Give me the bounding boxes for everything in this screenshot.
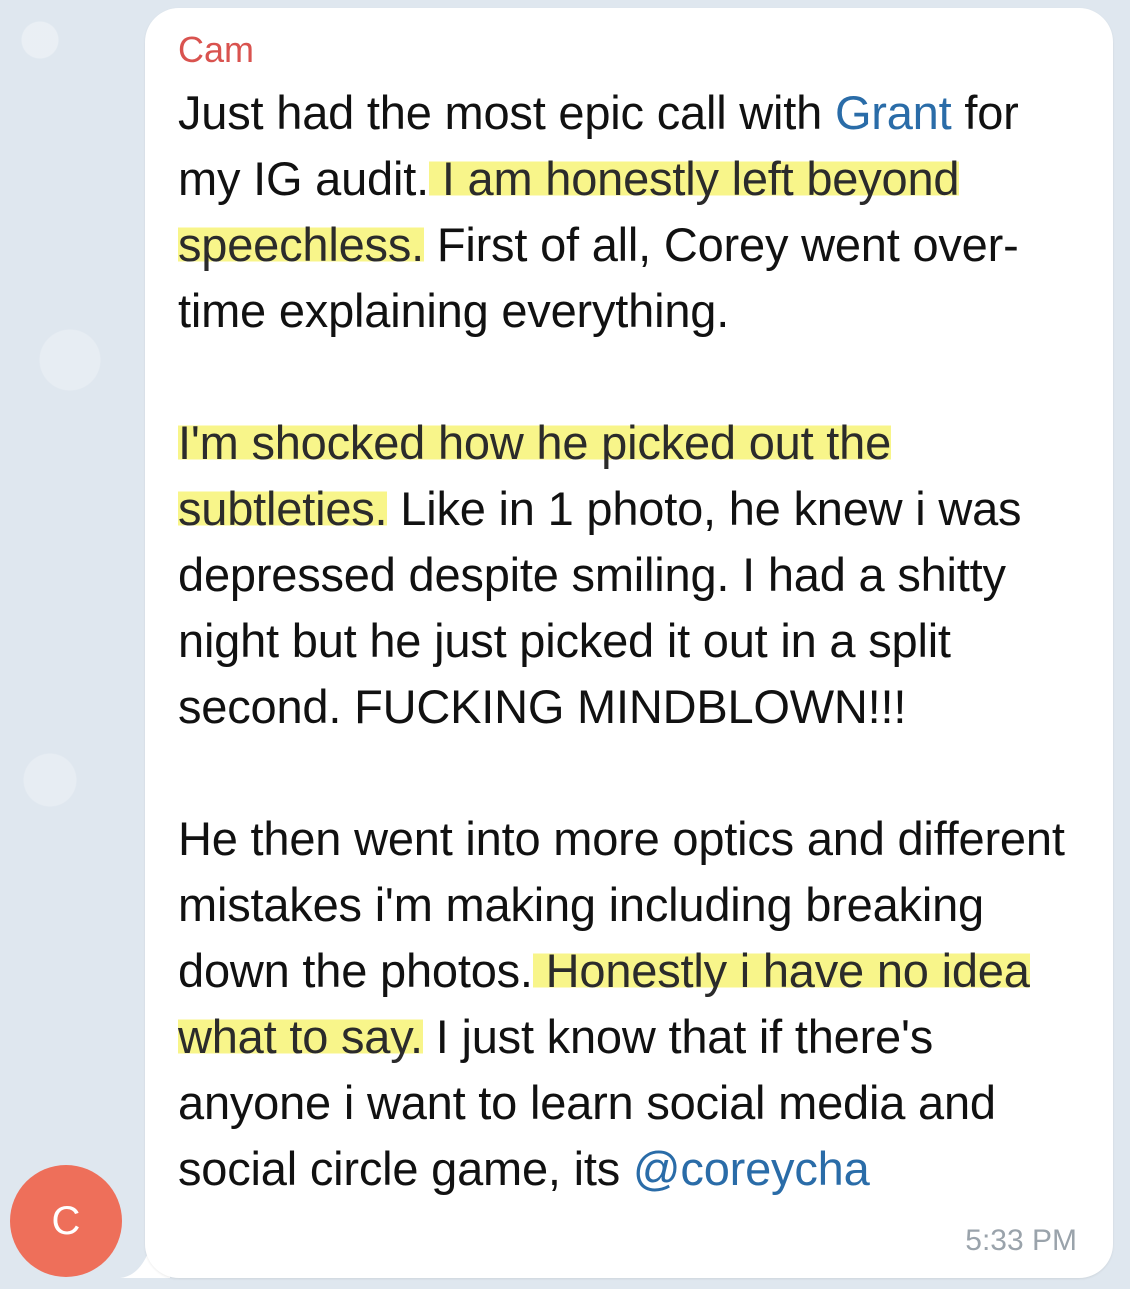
message-bubble: Cam Just had the most epic call with Gra… — [145, 8, 1113, 1278]
paragraph-1: Just had the most epic call with Grant f… — [178, 80, 1083, 344]
sender-name[interactable]: Cam — [178, 30, 1083, 70]
mention-grant[interactable]: Grant — [835, 86, 952, 139]
avatar[interactable]: C — [10, 1165, 122, 1277]
message-timestamp: 5:33 PM — [965, 1224, 1077, 1257]
mention-coreycha[interactable]: @coreycha — [633, 1142, 870, 1195]
paragraph-2: I'm shocked how he picked out the subtle… — [178, 410, 1083, 740]
paragraph-3: He then went into more optics and differ… — [178, 806, 1083, 1202]
message-text: Just had the most epic call with Grant f… — [178, 80, 1083, 1202]
text-segment: Just had the most epic call with — [178, 86, 835, 139]
